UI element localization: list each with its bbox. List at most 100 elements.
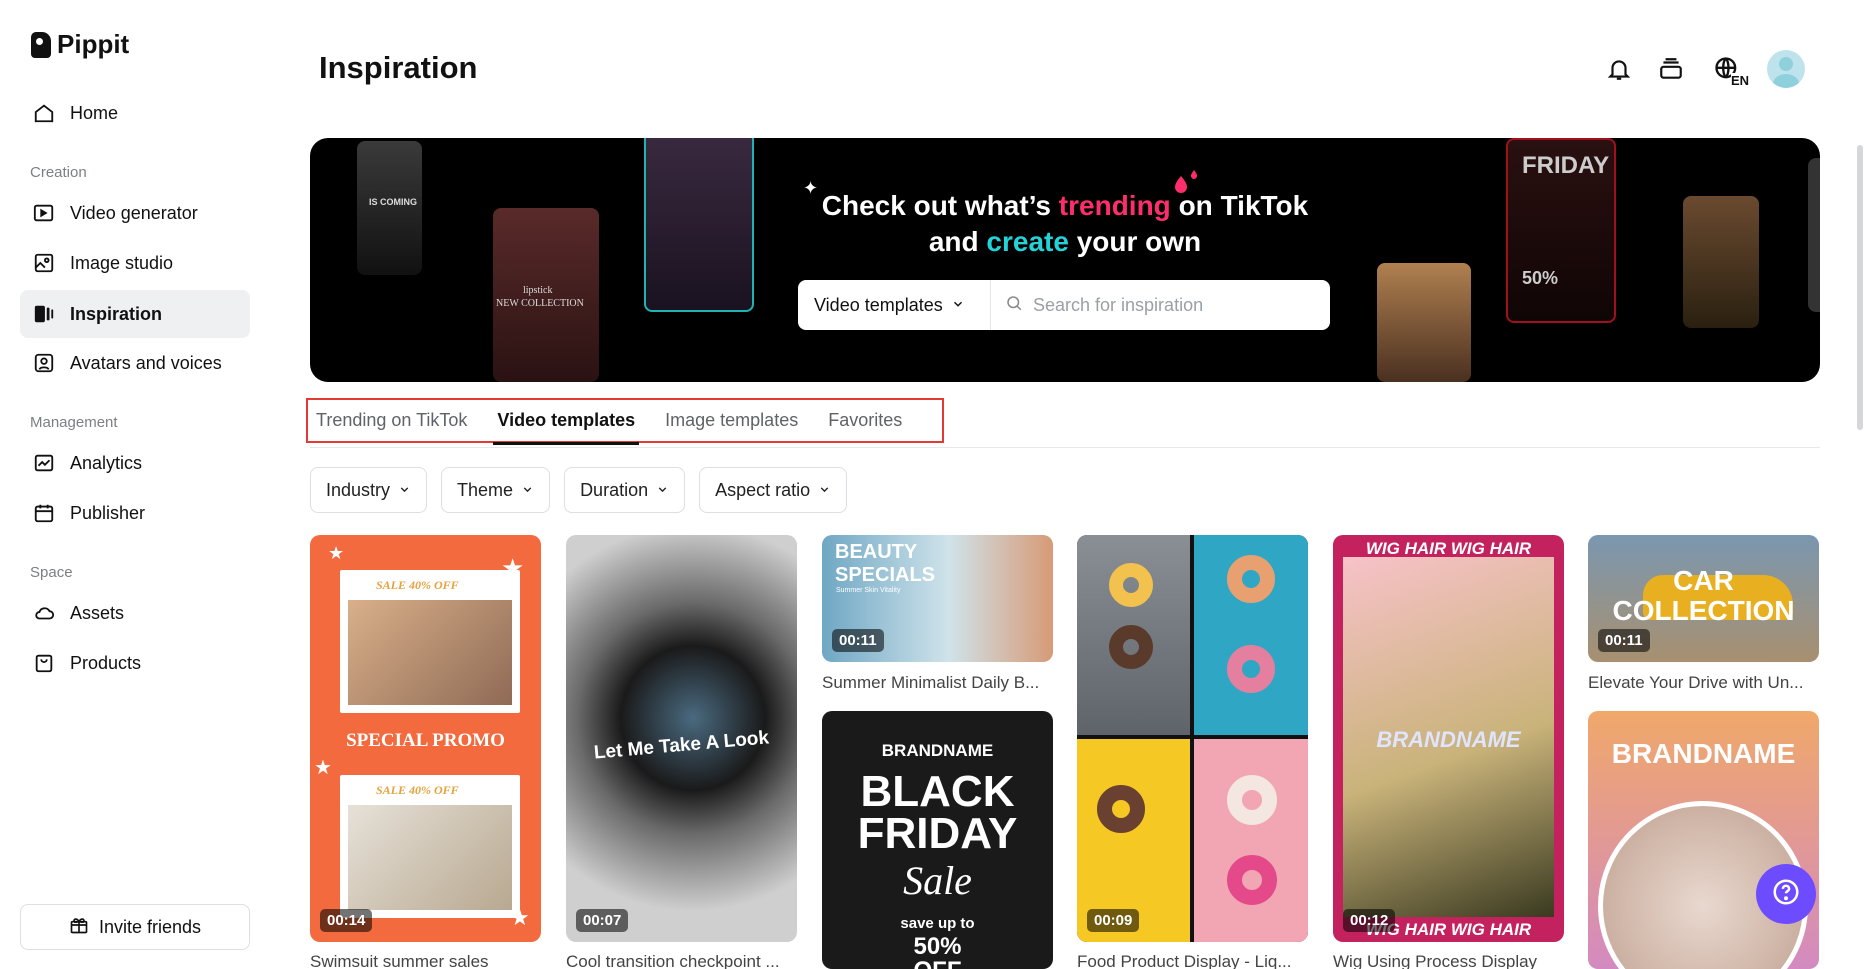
sidebar-item-publisher[interactable]: Publisher [20, 489, 250, 537]
card-caption[interactable]: Summer Minimalist Daily B... [822, 673, 1052, 693]
card-photo-frame: SALE 40% OFF [340, 570, 520, 713]
sidebar-item-label: Publisher [70, 502, 146, 523]
template-card[interactable]: BRANDNAME [1588, 711, 1819, 969]
filter-duration[interactable]: Duration [564, 467, 686, 513]
tabs-divider [310, 447, 1820, 448]
banner-headline-line-1: Check out what’s trending on TikTok [310, 188, 1820, 224]
sidebar: Pippit Home Creation Video generator Ima… [0, 0, 258, 969]
card-caption[interactable]: Swimsuit summer sales [310, 952, 540, 969]
bag-icon [32, 651, 56, 675]
banner-thumb-text: lipstick [523, 285, 553, 296]
template-card[interactable]: CAR COLLECTION 00:11 [1588, 535, 1819, 662]
help-button[interactable] [1756, 864, 1816, 924]
card-text: SPECIALS [835, 564, 936, 586]
card-text: BEAUTY [835, 541, 918, 563]
user-avatar[interactable] [1767, 50, 1805, 88]
card-caption[interactable]: Elevate Your Drive with Un... [1588, 673, 1818, 693]
headline-highlight: trending [1058, 190, 1171, 221]
tab-video-templates[interactable]: Video templates [493, 400, 639, 445]
pippit-logo-icon [31, 31, 51, 58]
sidebar-item-label: Home [70, 102, 119, 123]
banner-thumb-text: 50% [1522, 268, 1559, 288]
card-text: Summer Skin Vitality [836, 587, 901, 594]
filter-industry[interactable]: Industry [310, 467, 428, 513]
sidebar-item-label: Inspiration [70, 303, 163, 324]
page-scrollbar[interactable] [1857, 145, 1863, 430]
sidebar-item-analytics[interactable]: Analytics [20, 439, 250, 487]
tab-trending-on-tiktok[interactable]: Trending on TikTok [316, 400, 467, 441]
search-input[interactable]: Search for inspiration [991, 294, 1330, 317]
stack-icon[interactable] [1655, 53, 1687, 85]
calendar-icon [32, 501, 56, 525]
card-caption[interactable]: Wig Using Process Display [1333, 952, 1563, 969]
home-icon [32, 101, 56, 125]
template-card[interactable]: 00:09 [1077, 535, 1308, 942]
card-text: SALE 40% OFF [376, 578, 459, 592]
card-caption[interactable]: Cool transition checkpoint ... [566, 952, 796, 969]
chevron-down-icon [818, 480, 831, 501]
card-duration: 00:09 [1087, 909, 1140, 932]
chevron-down-icon [521, 480, 534, 501]
card-duration: 00:14 [320, 909, 373, 932]
template-card[interactable]: SALE 40% OFF SPECIAL PROMO SALE 40% OFF … [310, 535, 541, 942]
search-icon [1005, 294, 1023, 317]
invite-friends-button[interactable]: Invite friends [20, 904, 250, 950]
donut-icon [1097, 785, 1145, 833]
content-tabs: Trending on TikTok Video templates Image… [306, 398, 944, 445]
image-edit-icon [32, 251, 56, 275]
sidebar-item-assets[interactable]: Assets [20, 589, 250, 637]
sidebar-item-products[interactable]: Products [20, 639, 250, 687]
app-name: Pippit [57, 29, 130, 59]
sidebar-item-label: Avatars and voices [70, 352, 222, 373]
filter-label: Aspect ratio [715, 479, 811, 500]
filter-bar: Industry Theme Duration Aspect ratio [310, 467, 848, 513]
chevron-down-icon [951, 295, 965, 316]
template-type-select[interactable]: Video templates [798, 280, 991, 330]
section-space: Space [30, 564, 73, 581]
header-actions: EN [1603, 50, 1805, 88]
chevron-down-icon [398, 480, 411, 501]
card-text: BRANDNAME [881, 741, 994, 760]
card-text: COLLECTION [1612, 595, 1795, 626]
card-duration: 00:11 [832, 629, 884, 652]
banner-headline-line-2: and create your own [310, 224, 1820, 260]
template-card[interactable]: BEAUTY SPECIALS Summer Skin Vitality 00:… [822, 535, 1053, 662]
sidebar-item-label: Image studio [70, 252, 174, 273]
sidebar-item-label: Analytics [70, 452, 143, 473]
star-icon: ★ [501, 553, 525, 583]
sidebar-item-image-studio[interactable]: Image studio [20, 239, 250, 287]
star-icon: ★ [314, 757, 332, 779]
filter-aspect-ratio[interactable]: Aspect ratio [699, 467, 848, 513]
language-globe-icon[interactable]: EN [1707, 53, 1749, 88]
sidebar-item-video-generator[interactable]: Video generator [20, 189, 250, 237]
sidebar-item-home[interactable]: Home [20, 89, 250, 137]
card-caption[interactable]: Food Product Display - Liq... [1077, 952, 1307, 969]
card-photo [1194, 739, 1308, 942]
sidebar-item-inspiration[interactable]: Inspiration [20, 290, 250, 338]
donut-icon [1227, 555, 1275, 603]
analytics-icon [32, 451, 56, 475]
filter-theme[interactable]: Theme [441, 467, 551, 513]
donut-icon [1227, 775, 1277, 825]
app-logo[interactable]: Pippit [31, 29, 129, 60]
video-plus-icon [32, 201, 56, 225]
template-card[interactable]: WIG HAIR WIG HAIR BRANDNAME WIG HAIR WIG… [1333, 535, 1564, 942]
banner-thumb [1377, 263, 1471, 382]
card-text: BRANDNAME [1611, 738, 1796, 769]
template-type-value: Video templates [814, 294, 943, 315]
tab-image-templates[interactable]: Image templates [665, 400, 798, 441]
template-card[interactable]: Let Me Take A Look 00:07 [566, 535, 797, 942]
gift-icon [69, 915, 89, 940]
sidebar-item-avatars-voices[interactable]: Avatars and voices [20, 339, 250, 387]
question-icon [1771, 877, 1801, 912]
bell-icon[interactable] [1603, 53, 1635, 85]
filter-label: Theme [457, 479, 514, 500]
template-card[interactable]: BRANDNAME BLACK FRIDAY Sale save up to 5… [822, 711, 1053, 969]
tab-favorites[interactable]: Favorites [828, 400, 902, 441]
donut-icon [1109, 563, 1153, 607]
section-creation: Creation [30, 164, 87, 181]
section-management: Management [30, 414, 118, 431]
banner-headline: Check out what’s trending on TikTok and … [310, 188, 1820, 260]
banner-thumb-text: FRIDAY [1522, 152, 1610, 179]
headline-highlight: create [986, 226, 1069, 257]
